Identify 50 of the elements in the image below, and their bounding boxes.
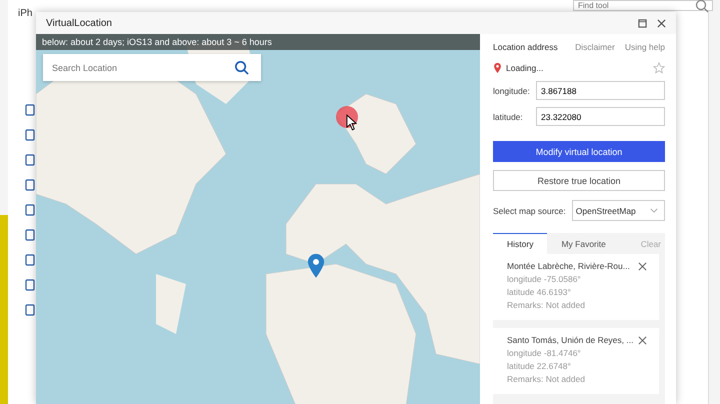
map-source-dropdown[interactable]: OpenStreetMap [572, 200, 665, 221]
window-title: VirtualLocation [46, 18, 112, 28]
longitude-text: longitude -75.0586° [507, 274, 582, 284]
maximize-icon[interactable] [638, 18, 647, 28]
remarks-text: Remarks: Not added [507, 374, 586, 384]
address-text: Loading... [506, 63, 544, 73]
sidebar-icon[interactable] [25, 204, 35, 216]
coordinate-field[interactable]: 3.867188 [536, 81, 665, 100]
location-pin-icon [493, 62, 502, 74]
close-icon[interactable] [657, 18, 666, 28]
restore-location-button[interactable]: Restore true location [493, 170, 665, 191]
search-icon [234, 60, 249, 75]
help-link[interactable]: Using help [624, 42, 665, 52]
sidebar-icon[interactable] [25, 154, 35, 166]
help-link[interactable]: Disclaimer [575, 42, 615, 52]
search-icon [695, 0, 709, 13]
close-icon[interactable] [638, 336, 647, 344]
history-card[interactable]: Santo Tomás, Unión de Reyes, ... longitude -81.4746° latitude 22.6748° Remarks: Not added [493, 328, 659, 394]
sidebar-icon[interactable] [25, 304, 35, 316]
find-tool-field[interactable]: Find tool [573, 0, 713, 11]
sidebar-icon[interactable] [25, 279, 35, 291]
coordinate-label: longitude: [493, 86, 531, 96]
tab[interactable]: My Favorite [547, 233, 620, 254]
map[interactable]: below: about 2 days; iOS13 and above: about 3 ~ 6 hours Search Location [36, 34, 480, 404]
notice-banner: below: about 2 days; iOS13 and above: about 3 ~ 6 hours [36, 34, 480, 50]
history-card[interactable]: Montée Labrèche, Rivière-Rou... longitude -75.0586° latitude 46.6193° Remarks: Not added [493, 254, 659, 320]
sidebar-icon[interactable] [25, 254, 35, 266]
map-source-label: Select map source: [493, 206, 566, 216]
sidebar-icon[interactable] [25, 129, 35, 141]
modify-location-button[interactable]: Modify virtual location [493, 141, 665, 162]
latitude-text: latitude 46.6193° [507, 287, 572, 297]
map-pin-icon[interactable] [307, 253, 325, 279]
latitude-text: latitude 22.6748° [507, 361, 572, 371]
cursor-icon [346, 114, 357, 131]
tab[interactable]: History [493, 233, 548, 254]
app-title: iPh [18, 8, 32, 19]
chevron-down-icon [650, 208, 658, 213]
sidebar-icon[interactable] [25, 229, 35, 241]
remarks-text: Remarks: Not added [507, 300, 586, 310]
star-icon[interactable] [653, 62, 665, 74]
search-location-field[interactable]: Search Location [43, 54, 261, 81]
coordinate-label: latitude: [493, 112, 524, 122]
location-address-label: Location address [493, 42, 559, 52]
place-name: Santo Tomás, Unión de Reyes, ... [507, 335, 634, 345]
place-name: Montée Labrèche, Rivière-Rou... [507, 261, 630, 271]
close-icon[interactable] [638, 262, 647, 270]
sidebar-icon[interactable] [25, 179, 35, 191]
longitude-text: longitude -81.4746° [507, 348, 582, 358]
coordinate-field[interactable]: 23.322080 [536, 107, 665, 126]
sidebar-icon[interactable] [25, 104, 35, 116]
